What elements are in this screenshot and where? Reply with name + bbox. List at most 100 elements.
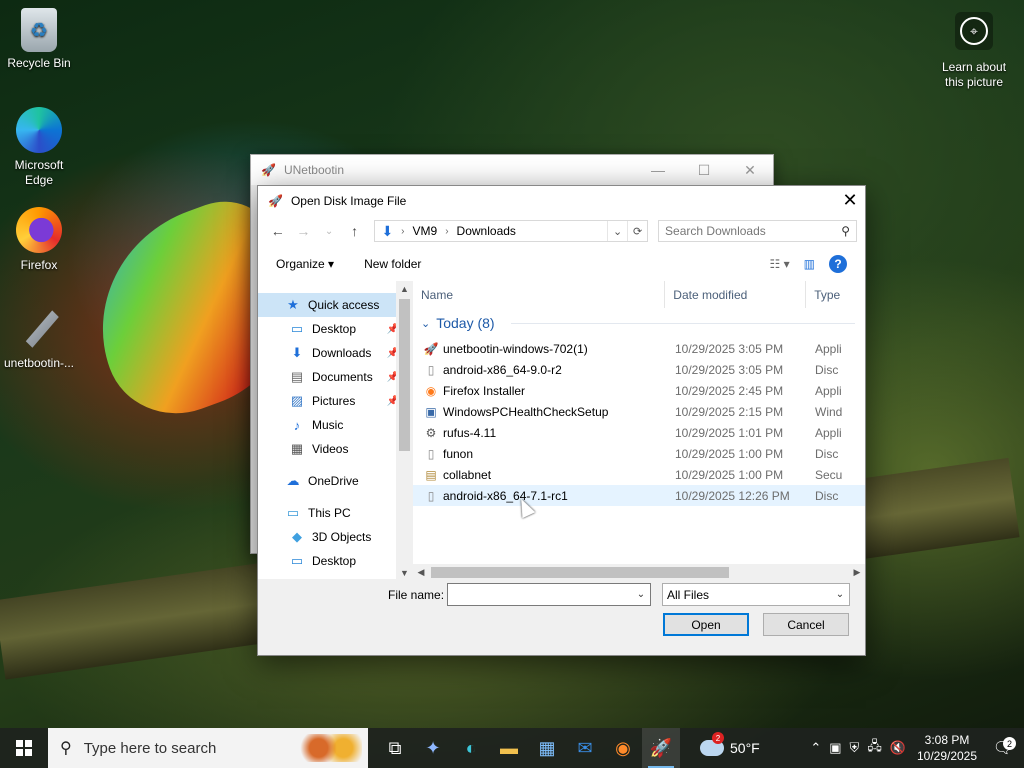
breadcrumb-segment[interactable]: VM9: [413, 224, 438, 238]
open-file-dialog[interactable]: 🚀 Open Disk Image File ✕ ← → ⌄ ↑ ⬇ › VM9…: [257, 185, 866, 656]
show-hidden-icons-chevron-icon[interactable]: ⌃: [810, 740, 821, 756]
open-button[interactable]: Open: [663, 613, 749, 636]
view-options-icon[interactable]: ☷ ▾: [770, 257, 790, 271]
dialog-footer: File name: ⌄ All Files ⌄ Open Cancel: [258, 579, 865, 655]
file-row[interactable]: ▯ funon 10/29/2025 1:00 PM Disc: [413, 443, 865, 464]
file-explorer-icon[interactable]: ▬: [490, 728, 528, 768]
unetbootin-titlebar[interactable]: 🚀 UNetbootin — ☐ ✕: [251, 155, 773, 185]
vm-tools-icon[interactable]: ▣: [829, 740, 841, 756]
minimize-button[interactable]: —: [635, 155, 681, 185]
nav-item[interactable]: ▭ This PC: [258, 501, 413, 525]
taskbar: ⚲ Type here to search ⧉ ✦ ◐ ▬ ▦ ✉ ◉ 🚀 2 …: [0, 728, 1024, 768]
nav-item[interactable]: ☁ OneDrive: [258, 469, 413, 493]
refresh-icon[interactable]: ⟳: [627, 221, 647, 241]
cancel-button[interactable]: Cancel: [763, 613, 849, 636]
group-header-today[interactable]: ⌄ Today (8): [413, 308, 865, 338]
column-header-type[interactable]: Type: [806, 281, 865, 308]
nav-item[interactable]: ★ Quick access: [258, 293, 413, 317]
nav-item[interactable]: ♪ Music: [258, 413, 413, 437]
desktop-icon-firefox[interactable]: Firefox: [0, 206, 78, 273]
firefox-taskbar-icon[interactable]: ◉: [604, 728, 642, 768]
pictures-folder-icon: ▨: [290, 393, 304, 408]
microsoft-store-icon[interactable]: ▦: [528, 728, 566, 768]
file-type-filter-select[interactable]: All Files ⌄: [662, 583, 850, 606]
group-label: Today (8): [436, 315, 495, 331]
taskbar-search-box[interactable]: ⚲ Type here to search: [48, 728, 368, 768]
file-name-cell: 🚀 unetbootin-windows-702(1): [413, 342, 671, 356]
file-name-cell: ▯ android-x86_64-7.1-rc1: [413, 489, 671, 503]
scrollbar-thumb[interactable]: [431, 567, 729, 578]
address-dropdown-chevron-icon[interactable]: ⌄: [607, 221, 627, 241]
desktop-icon-edge[interactable]: Microsoft Edge: [0, 106, 78, 188]
nav-item[interactable]: ▭ Desktop 📌: [258, 317, 413, 341]
clock[interactable]: 3:08 PM 10/29/2025: [914, 732, 980, 764]
help-icon[interactable]: ?: [829, 255, 847, 273]
task-view-icon[interactable]: ⧉: [376, 728, 414, 768]
nav-item[interactable]: ◆ 3D Objects: [258, 525, 413, 549]
navigation-pane[interactable]: ★ Quick access ▭ Desktop 📌 ⬇ Downloads 📌 ▤ Docume…: [258, 281, 413, 581]
recent-locations-chevron-icon[interactable]: ⌄: [317, 219, 341, 243]
file-name: unetbootin-windows-702(1): [443, 341, 588, 356]
scroll-up-arrow-icon[interactable]: ▲: [396, 281, 413, 297]
column-header-name[interactable]: Name: [413, 281, 666, 308]
address-bar[interactable]: ⬇ › VM9 › Downloads ⌄ ⟳: [374, 220, 649, 242]
file-row[interactable]: ⚙ rufus-4.11 10/29/2025 1:01 PM Appli: [413, 422, 865, 443]
new-folder-button[interactable]: New folder: [364, 257, 421, 271]
desktop-icon-recycle-bin[interactable]: ♻ Recycle Bin: [0, 8, 78, 71]
weather-widget[interactable]: 2 50°F: [700, 732, 760, 756]
nav-item[interactable]: ▭ Desktop: [258, 549, 413, 573]
search-input[interactable]: Search Downloads ⚲: [658, 220, 857, 242]
file-name-dropdown-chevron-icon[interactable]: ⌄: [632, 584, 650, 605]
column-header-date[interactable]: Date modified: [665, 281, 807, 308]
file-type: Disc: [815, 362, 839, 377]
copilot-icon[interactable]: ✦: [414, 728, 452, 768]
file-type: Appli: [815, 383, 842, 398]
security-icon[interactable]: ⛨: [850, 740, 860, 756]
learn-about-picture[interactable]: ⌖ Learn about this picture: [924, 12, 1024, 90]
search-icon: ⚲: [60, 740, 72, 757]
unetbootin-taskbar-icon[interactable]: 🚀: [642, 728, 680, 768]
file-name-cell: ▯ funon: [413, 447, 671, 461]
outlook-icon[interactable]: ✉: [566, 728, 604, 768]
notification-center-icon[interactable]: 🗨 2: [988, 737, 1018, 758]
preview-pane-icon[interactable]: ▥: [804, 257, 815, 271]
rufus-icon: ⚙: [425, 425, 437, 440]
start-button[interactable]: [0, 728, 48, 768]
volume-muted-icon[interactable]: 🔇: [890, 740, 906, 756]
edge-taskbar-icon[interactable]: ◐: [452, 728, 490, 768]
file-row[interactable]: ▤ collabnet 10/29/2025 1:00 PM Secu: [413, 464, 865, 485]
nav-vertical-scrollbar[interactable]: ▲ ▼: [396, 281, 413, 581]
up-arrow-icon[interactable]: ↑: [343, 219, 367, 243]
nav-item[interactable]: ▦ Videos: [258, 437, 413, 461]
file-type: Disc: [815, 488, 839, 503]
dialog-titlebar[interactable]: 🚀 Open Disk Image File ✕: [258, 186, 865, 215]
breadcrumb-segment[interactable]: Downloads: [457, 224, 516, 238]
back-arrow-icon[interactable]: ←: [266, 219, 290, 243]
maximize-button[interactable]: ☐: [681, 155, 727, 185]
this-pc-icon: ▭: [286, 505, 300, 520]
file-date: 10/29/2025 3:05 PM: [675, 362, 784, 377]
file-row[interactable]: ▣ WindowsPCHealthCheckSetup 10/29/2025 2:1…: [413, 401, 865, 422]
scrollbar-thumb[interactable]: [399, 299, 410, 451]
file-row[interactable]: ▯ android-x86_64-9.0-r2 10/29/2025 3:05 PM…: [413, 359, 865, 380]
file-row[interactable]: ▯ android-x86_64-7.1-rc1 10/29/2025 12:26 …: [413, 485, 865, 506]
organize-button[interactable]: Organize ▾: [276, 257, 334, 271]
desktop-icon-unetbootin[interactable]: unetbootin-...: [0, 304, 78, 371]
file-row[interactable]: 🚀 unetbootin-windows-702(1) 10/29/2025 3:0…: [413, 338, 865, 359]
disc-image-icon: ▯: [427, 488, 435, 503]
dialog-title: Open Disk Image File: [290, 193, 407, 208]
close-button[interactable]: ✕: [727, 155, 773, 185]
network-icon[interactable]: 🖧: [867, 737, 882, 759]
file-list-pane[interactable]: Name Date modified Type ⌄ Today (8) 🚀 une…: [413, 281, 865, 581]
nav-item[interactable]: ▨ Pictures 📌: [258, 389, 413, 413]
notification-count: 2: [1003, 737, 1016, 750]
nav-item[interactable]: ▤ Documents 📌: [258, 365, 413, 389]
nav-item[interactable]: ⬇ Downloads 📌: [258, 341, 413, 365]
collapse-chevron-icon[interactable]: ⌄: [421, 317, 430, 330]
nav-item-label: OneDrive: [308, 474, 359, 488]
file-row[interactable]: ◉ Firefox Installer 10/29/2025 2:45 PM Appl…: [413, 380, 865, 401]
file-type-filter-value: All Files: [667, 587, 710, 602]
file-name-input[interactable]: ⌄: [447, 583, 651, 606]
forward-arrow-icon[interactable]: →: [292, 219, 316, 243]
dialog-close-button[interactable]: ✕: [835, 186, 865, 215]
